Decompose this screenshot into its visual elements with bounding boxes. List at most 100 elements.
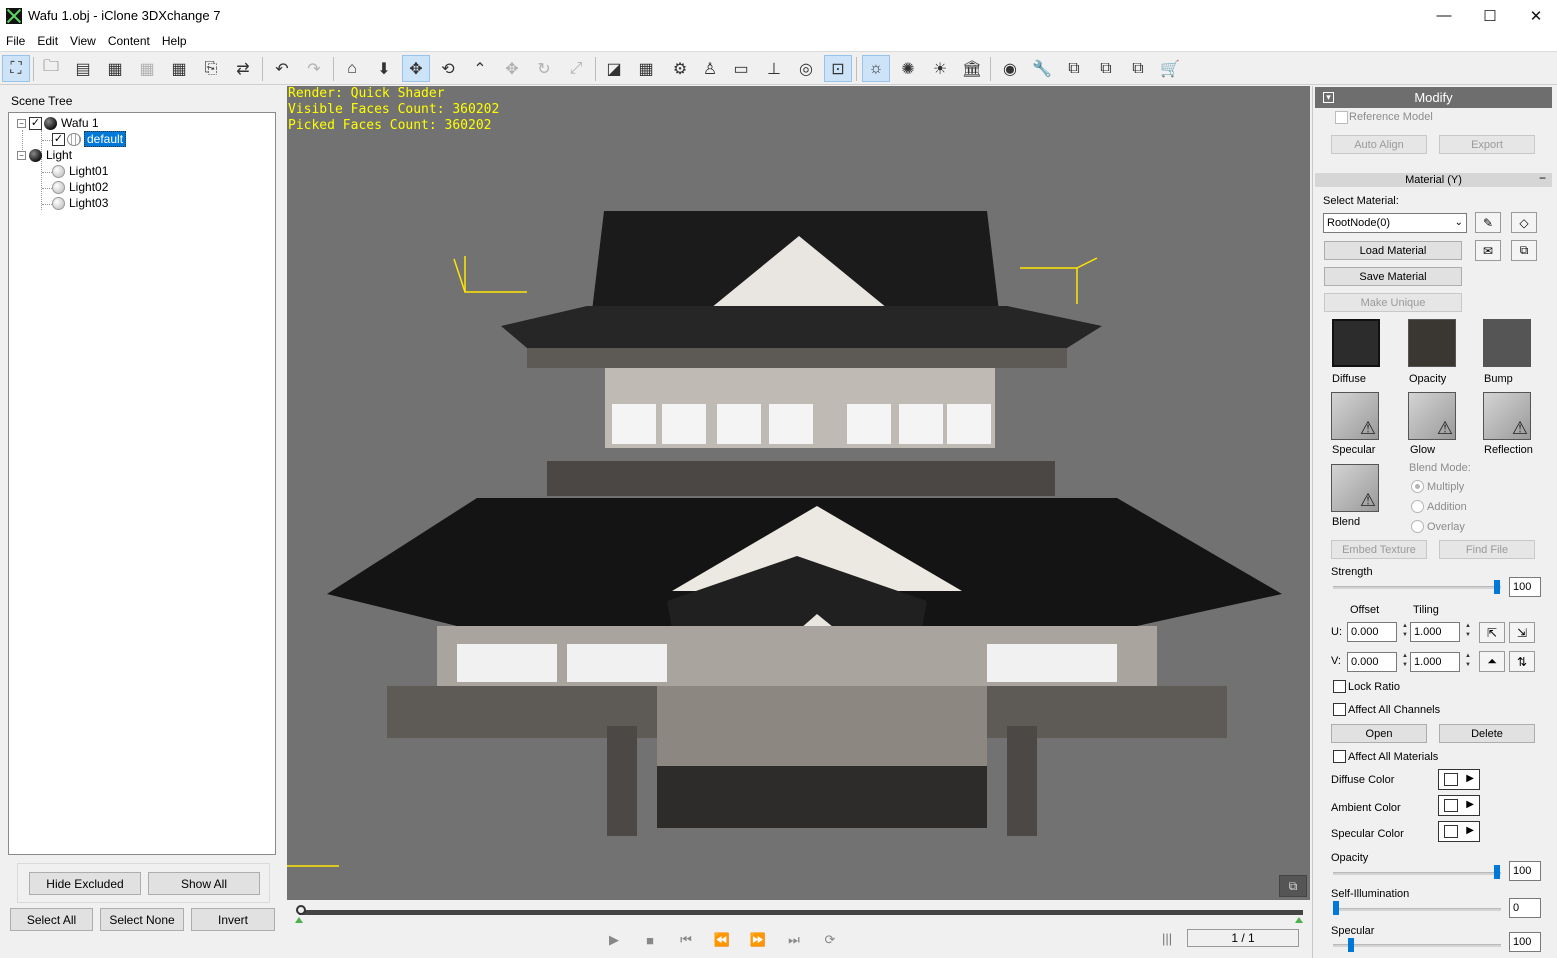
menu-edit[interactable]: Edit bbox=[31, 34, 64, 48]
sync-a-icon[interactable]: ⧉ bbox=[1060, 55, 1088, 82]
frame-counter[interactable]: 1 / 1 bbox=[1187, 929, 1299, 947]
sync-b-icon[interactable]: ⧉ bbox=[1092, 55, 1120, 82]
glow-texture-slot[interactable] bbox=[1408, 392, 1456, 440]
collapse-toggle-icon[interactable]: − bbox=[17, 150, 26, 160]
material-dropdown[interactable]: RootNode(0) ⌄ bbox=[1323, 213, 1467, 233]
fast-forward-icon[interactable]: ⏩ bbox=[747, 930, 769, 950]
wireframe-icon[interactable]: ◪ bbox=[600, 55, 628, 82]
tree-item-default[interactable]: ✓ default bbox=[52, 131, 127, 147]
find-file-button[interactable]: Find File bbox=[1439, 540, 1535, 559]
opacity-input[interactable]: 100 bbox=[1509, 861, 1541, 881]
light-b-icon[interactable]: ✺ bbox=[894, 55, 922, 82]
collapse-toggle-icon[interactable]: − bbox=[17, 118, 26, 128]
embed-texture-button[interactable]: Embed Texture bbox=[1331, 540, 1427, 559]
stop-icon[interactable]: ■ bbox=[639, 930, 661, 950]
fit-view-icon[interactable]: ⊡ bbox=[824, 55, 852, 82]
lock-ratio-checkbox[interactable] bbox=[1333, 680, 1346, 693]
flip-u-icon[interactable]: ⇱ bbox=[1479, 622, 1505, 643]
last-frame-icon[interactable]: ⏭ bbox=[783, 930, 805, 950]
export-button[interactable]: Export bbox=[1439, 135, 1535, 154]
strength-input[interactable]: 100 bbox=[1509, 577, 1541, 597]
tree-item-light[interactable]: − Light bbox=[17, 147, 72, 163]
save-material-button[interactable]: Save Material bbox=[1324, 267, 1462, 286]
import-fbx-icon[interactable]: ▦ bbox=[101, 55, 129, 82]
collapse-icon[interactable]: − bbox=[1539, 171, 1546, 185]
load-material-button[interactable]: Load Material bbox=[1324, 241, 1462, 260]
play-icon[interactable]: ▶ bbox=[603, 930, 625, 950]
rotate-u-icon[interactable]: ⇲ bbox=[1509, 622, 1535, 643]
export-icon[interactable]: ⎘ bbox=[197, 55, 225, 82]
flip-v-icon[interactable]: ⏶ bbox=[1479, 651, 1505, 672]
delete-button[interactable]: Delete bbox=[1439, 724, 1535, 743]
undo-icon[interactable]: ↶ bbox=[268, 55, 296, 82]
u-tiling-spinner[interactable]: ▲ ▼ bbox=[1461, 622, 1475, 642]
show-all-button[interactable]: Show All bbox=[148, 872, 260, 895]
web-icon[interactable]: ◉ bbox=[996, 55, 1024, 82]
select-all-button[interactable]: Select All bbox=[10, 908, 93, 931]
menu-help[interactable]: Help bbox=[156, 34, 193, 48]
minimize-button[interactable]: — bbox=[1421, 0, 1467, 31]
tree-item-light01[interactable]: Light01 bbox=[52, 163, 108, 179]
bump-texture-slot[interactable] bbox=[1483, 319, 1531, 367]
reflection-texture-slot[interactable] bbox=[1483, 392, 1531, 440]
ambient-color-picker[interactable]: ▶ bbox=[1438, 795, 1480, 816]
convert-icon[interactable]: ⇄ bbox=[229, 55, 257, 82]
move-axis-icon[interactable]: ✥ bbox=[498, 55, 526, 82]
strength-slider[interactable] bbox=[1333, 586, 1501, 589]
maximize-button[interactable]: ☐ bbox=[1467, 0, 1513, 31]
blend-texture-slot[interactable] bbox=[1331, 464, 1379, 512]
open-folder-icon[interactable]: 🗀 bbox=[37, 55, 65, 82]
scene-tree-icon[interactable]: ⛶ bbox=[2, 55, 30, 82]
u-tiling-input[interactable]: 1.000 bbox=[1410, 622, 1460, 642]
globe-icon[interactable]: ◎ bbox=[792, 55, 820, 82]
ground-icon[interactable]: ⊥ bbox=[760, 55, 788, 82]
make-unique-button[interactable]: Make Unique bbox=[1324, 293, 1462, 312]
affect-all-materials-checkbox[interactable] bbox=[1333, 750, 1346, 763]
specular-input[interactable]: 100 bbox=[1509, 932, 1541, 952]
first-frame-icon[interactable]: ⏮ bbox=[675, 930, 697, 950]
self-illumination-input[interactable]: 0 bbox=[1509, 898, 1541, 918]
tree-item-light03[interactable]: Light03 bbox=[52, 195, 108, 211]
restore-viewport-icon[interactable]: ⧉ bbox=[1279, 875, 1307, 897]
specular-color-picker[interactable]: ▶ bbox=[1438, 821, 1480, 842]
eyedropper-icon[interactable]: ✎ bbox=[1475, 212, 1501, 233]
rotate-icon[interactable]: ↻ bbox=[530, 55, 558, 82]
specular-slider[interactable] bbox=[1333, 944, 1501, 947]
diffuse-color-picker[interactable]: ▶ bbox=[1438, 769, 1480, 790]
self-illumination-slider[interactable] bbox=[1333, 908, 1501, 911]
rotate-v-icon[interactable]: ⇅ bbox=[1509, 651, 1535, 672]
affect-all-channels-checkbox[interactable] bbox=[1333, 703, 1346, 716]
specular-slider-thumb[interactable] bbox=[1348, 938, 1354, 952]
tree-item-wafu[interactable]: − ✓ Wafu 1 bbox=[17, 115, 99, 131]
u-offset-input[interactable]: 0.000 bbox=[1347, 622, 1397, 642]
bone-icon[interactable]: ⚙ bbox=[666, 55, 694, 82]
pick-icon[interactable]: ⌃ bbox=[466, 55, 494, 82]
addition-radio[interactable] bbox=[1411, 500, 1424, 513]
opacity-slider-thumb[interactable] bbox=[1494, 865, 1500, 879]
scale-icon[interactable]: ⤢ bbox=[562, 55, 590, 82]
redo-icon[interactable]: ↷ bbox=[300, 55, 328, 82]
specular-texture-slot[interactable] bbox=[1331, 392, 1379, 440]
close-button[interactable]: ✕ bbox=[1513, 0, 1557, 31]
tree-item-light02[interactable]: Light02 bbox=[52, 179, 108, 195]
auto-align-button[interactable]: Auto Align bbox=[1331, 135, 1427, 154]
light-c-icon[interactable]: ☀ bbox=[926, 55, 954, 82]
visibility-checkbox[interactable]: ✓ bbox=[52, 132, 65, 146]
import-obj-icon[interactable]: ▦ bbox=[165, 55, 193, 82]
tool-icon[interactable]: 🔧 bbox=[1028, 55, 1056, 82]
dummy-icon[interactable]: ♙ bbox=[696, 55, 724, 82]
strength-slider-thumb[interactable] bbox=[1494, 580, 1500, 594]
timeline-playhead[interactable] bbox=[296, 905, 306, 915]
invert-button[interactable]: Invert bbox=[191, 908, 275, 931]
select-none-button[interactable]: Select None bbox=[100, 908, 184, 931]
store-cart-icon[interactable]: 🛒 bbox=[1156, 55, 1184, 82]
self-illumination-slider-thumb[interactable] bbox=[1333, 901, 1339, 915]
light-a-icon[interactable]: ☼ bbox=[862, 55, 890, 82]
menu-file[interactable]: File bbox=[0, 34, 31, 48]
v-tiling-spinner[interactable]: ▲ ▼ bbox=[1461, 652, 1475, 672]
drop-down-icon[interactable]: ⬇ bbox=[370, 55, 398, 82]
pagoda-model[interactable] bbox=[287, 86, 1310, 900]
rewind-icon[interactable]: ⏪ bbox=[711, 930, 733, 950]
move-icon[interactable]: ✥ bbox=[402, 55, 430, 82]
menu-view[interactable]: View bbox=[64, 34, 102, 48]
